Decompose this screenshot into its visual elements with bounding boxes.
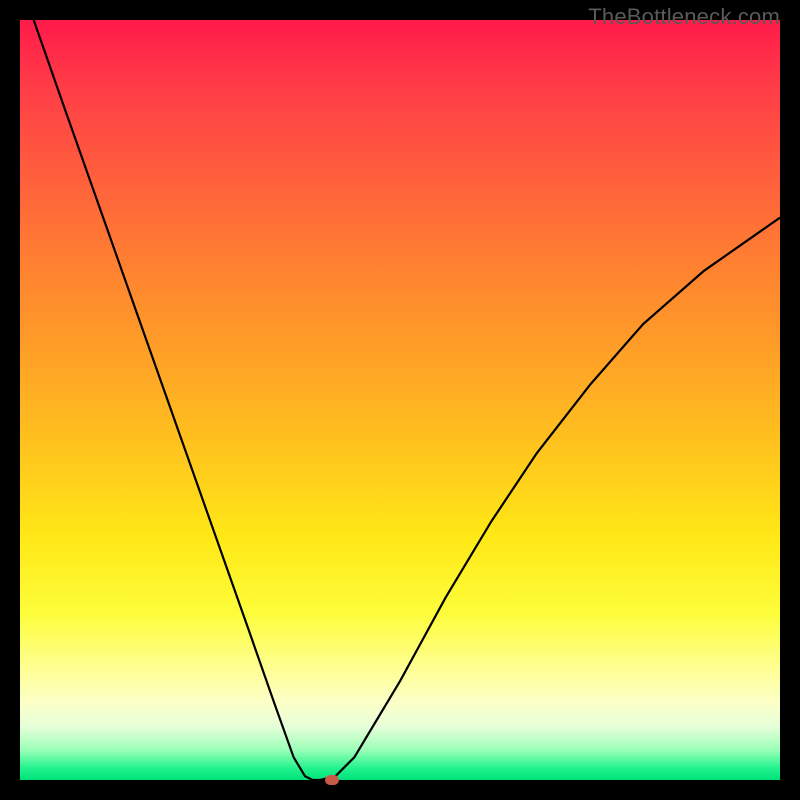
curve-path [34,20,780,780]
bottleneck-curve [20,20,780,780]
minimum-marker [325,775,339,785]
watermark-text: TheBottleneck.com [588,4,780,30]
chart-plot-area [20,20,780,780]
